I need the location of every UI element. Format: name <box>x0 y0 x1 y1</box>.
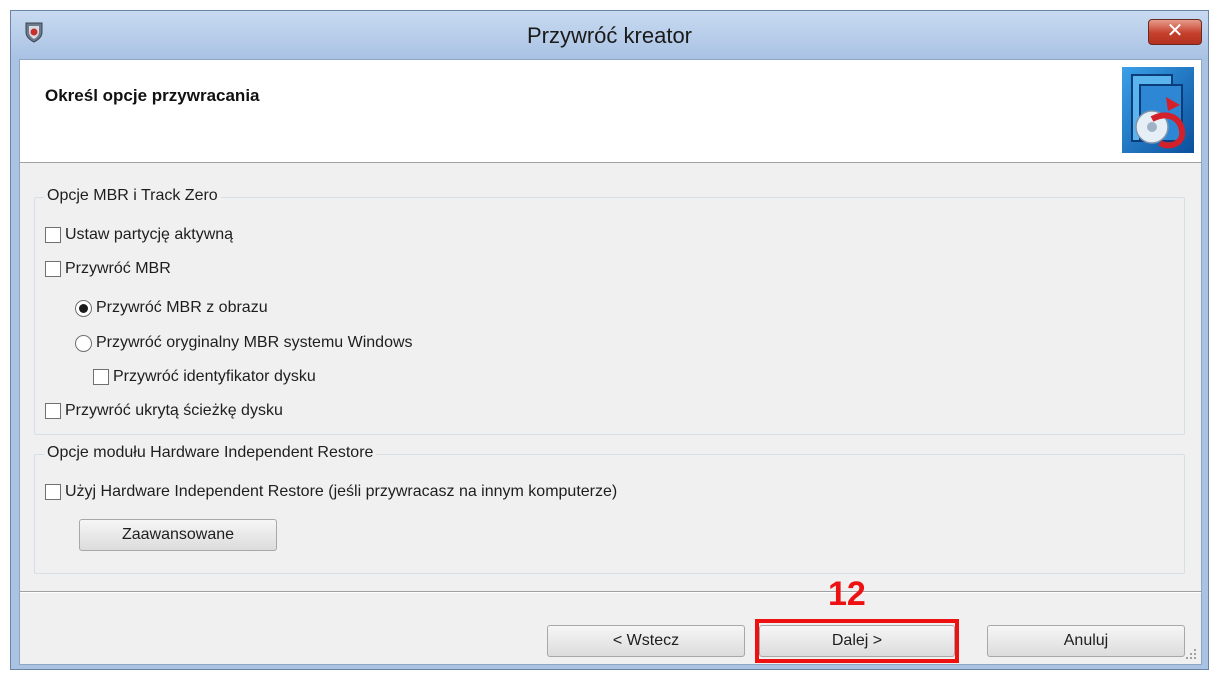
restore-mbr-checkbox[interactable]: Przywróć MBR <box>45 260 171 278</box>
restore-mbr-label: Przywróć MBR <box>65 260 171 277</box>
radio-button[interactable] <box>75 299 92 317</box>
restore-hidden-track-label: Przywróć ukrytą ścieżkę dysku <box>65 402 283 419</box>
restore-disk-signature-label: Przywróć identyfikator dysku <box>113 368 316 385</box>
checkbox-box[interactable] <box>45 403 61 419</box>
wizard-window: Przywróć kreator ✕ Określ opcje przywrac… <box>10 10 1209 670</box>
restore-disc-icon <box>1122 67 1194 153</box>
checkbox-box[interactable] <box>45 484 61 500</box>
restore-mbr-from-image-radio[interactable]: Przywróć MBR z obrazu <box>75 299 268 317</box>
title-bar: Przywróć kreator ✕ <box>11 11 1208 59</box>
hir-options-group: Opcje modułu Hardware Independent Restor… <box>34 444 1185 574</box>
resize-grip-icon[interactable] <box>1185 648 1197 660</box>
close-button[interactable]: ✕ <box>1148 19 1202 45</box>
restore-mbr-from-image-label: Przywróć MBR z obrazu <box>96 299 268 316</box>
checkbox-box[interactable] <box>45 261 61 277</box>
restore-hidden-track-checkbox[interactable]: Przywróć ukrytą ścieżkę dysku <box>45 402 283 420</box>
next-button-highlight <box>755 619 959 663</box>
use-hir-checkbox[interactable]: Użyj Hardware Independent Restore (jeśli… <box>45 483 617 501</box>
back-button[interactable]: < Wstecz <box>547 625 745 657</box>
wizard-content: Określ opcje przywracania Opcje MBR i Tr… <box>19 59 1202 665</box>
hir-group-legend: Opcje modułu Hardware Independent Restor… <box>44 444 377 462</box>
restore-disk-signature-checkbox[interactable]: Przywróć identyfikator dysku <box>93 368 316 386</box>
close-icon: ✕ <box>1166 20 1184 42</box>
page-title: Określ opcje przywracania <box>45 86 260 105</box>
checkbox-box[interactable] <box>45 227 61 243</box>
restore-original-mbr-radio[interactable]: Przywróć oryginalny MBR systemu Windows <box>75 334 413 352</box>
cancel-button[interactable]: Anuluj <box>987 625 1185 657</box>
checkbox-box[interactable] <box>93 369 109 385</box>
use-hir-label: Użyj Hardware Independent Restore (jeśli… <box>65 483 618 500</box>
wizard-header: Określ opcje przywracania <box>20 60 1201 163</box>
radio-button[interactable] <box>75 334 92 352</box>
advanced-button[interactable]: Zaawansowane <box>79 519 277 551</box>
restore-original-mbr-label: Przywróć oryginalny MBR systemu Windows <box>96 334 413 351</box>
mbr-options-group: Opcje MBR i Track Zero Ustaw partycję ak… <box>34 187 1185 435</box>
footer-separator <box>20 591 1201 593</box>
set-active-partition-label: Ustaw partycję aktywną <box>65 226 234 243</box>
set-active-partition-checkbox[interactable]: Ustaw partycję aktywną <box>45 226 233 244</box>
step-annotation: 12 <box>828 575 866 613</box>
mbr-group-legend: Opcje MBR i Track Zero <box>44 187 221 205</box>
window-title: Przywróć kreator <box>526 23 693 48</box>
